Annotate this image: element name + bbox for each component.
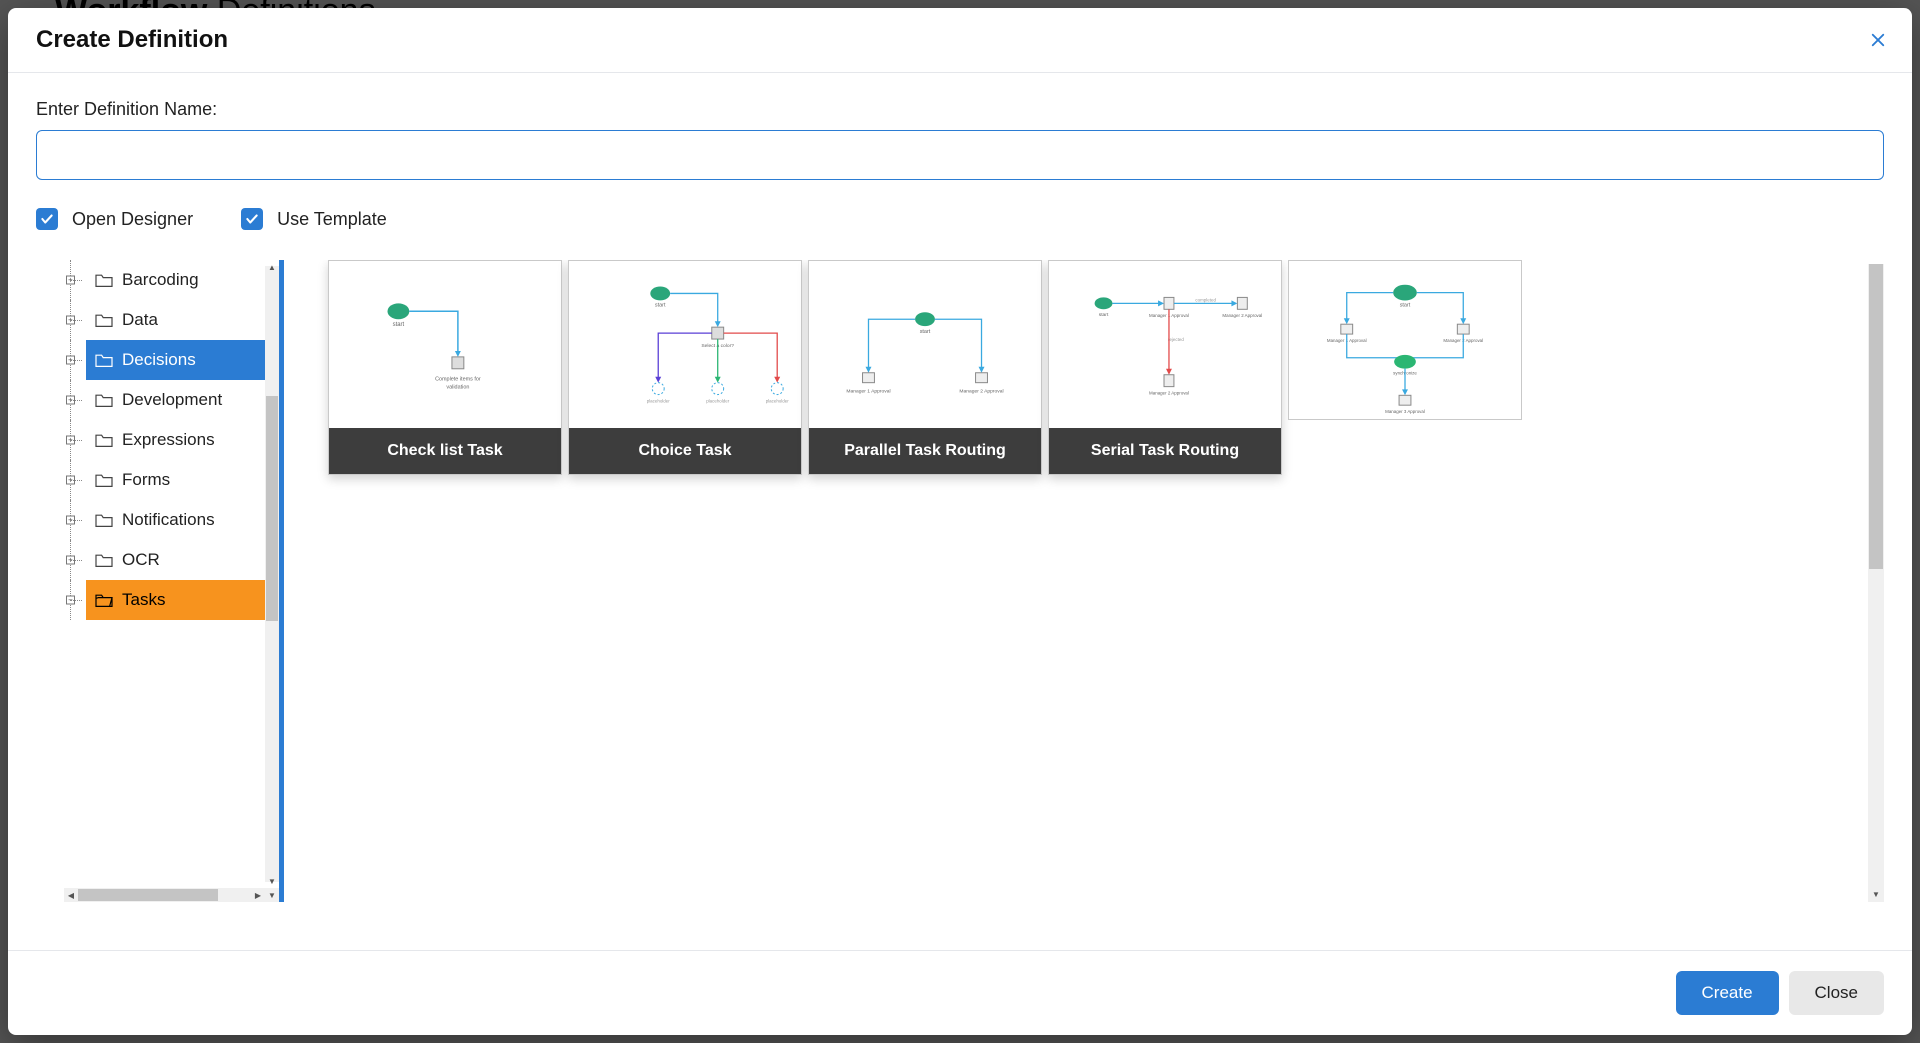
template-card-checklist[interactable]: start Complete items for validation Chec… xyxy=(328,260,562,475)
tree-node-expressions[interactable]: +Expressions xyxy=(86,420,279,460)
modal-title: Create Definition xyxy=(36,26,228,54)
create-button[interactable]: Create xyxy=(1676,971,1779,1015)
use-template-checkbox[interactable] xyxy=(241,208,263,230)
template-card-title: Parallel Task Routing xyxy=(809,428,1041,474)
scroll-up-icon[interactable]: ▲ xyxy=(265,260,279,274)
svg-text:Complete items for: Complete items for xyxy=(435,377,481,383)
scroll-down-icon[interactable]: ▼ xyxy=(265,874,279,888)
svg-text:start: start xyxy=(393,322,405,328)
svg-text:placeholder: placeholder xyxy=(647,399,671,404)
folder-icon xyxy=(94,312,114,328)
tree-node-notifications[interactable]: +Notifications xyxy=(86,500,279,540)
folder-icon xyxy=(94,552,114,568)
template-card-title: Choice Task xyxy=(569,428,801,474)
tree-node-tasks[interactable]: −Tasks xyxy=(86,580,279,620)
svg-text:validation: validation xyxy=(446,385,469,391)
svg-text:Manager 1 Approval: Manager 1 Approval xyxy=(846,389,890,395)
tree-vertical-scrollbar[interactable]: ▲ ▼ xyxy=(265,266,279,882)
scrollbar-thumb[interactable] xyxy=(78,889,218,901)
open-designer-checkbox[interactable] xyxy=(36,208,58,230)
tree-node-development[interactable]: +Development xyxy=(86,380,279,420)
folder-icon xyxy=(94,352,114,368)
scrollbar-thumb[interactable] xyxy=(1869,264,1883,569)
folder-icon xyxy=(94,272,114,288)
template-cards-grid: start Complete items for validation Chec… xyxy=(328,260,1884,475)
scrollbar-thumb[interactable] xyxy=(266,396,278,621)
template-card-title: Serial Task Routing xyxy=(1049,428,1281,474)
tree-node-label: Barcoding xyxy=(122,270,199,290)
folder-open-icon xyxy=(94,592,114,608)
svg-text:Manager 3 Approval: Manager 3 Approval xyxy=(1385,409,1425,414)
template-card-choice[interactable]: start Select a color? xyxy=(568,260,802,475)
close-button[interactable]: Close xyxy=(1789,971,1884,1015)
definition-name-input[interactable] xyxy=(36,130,1884,180)
scroll-down-icon[interactable]: ▼ xyxy=(1868,886,1884,902)
modal-header: Create Definition xyxy=(8,8,1912,73)
close-icon[interactable] xyxy=(1868,30,1888,50)
svg-text:placeholder: placeholder xyxy=(766,399,790,404)
svg-text:Manager 2 Approval: Manager 2 Approval xyxy=(959,389,1003,395)
tree-node-label: Forms xyxy=(122,470,170,490)
modal-body: Enter Definition Name: Open Designer Use… xyxy=(8,73,1912,902)
workflow-preview-icon: start Complete items for validation xyxy=(329,261,561,428)
scroll-corner: ▼ xyxy=(265,888,279,902)
svg-text:start: start xyxy=(655,302,666,308)
tree-node-decisions[interactable]: +Decisions xyxy=(86,340,279,380)
svg-text:placeholder: placeholder xyxy=(706,399,730,404)
workflow-preview-icon: start Manager 1 Approval Manager 2 Appro… xyxy=(809,261,1041,428)
tree-node-ocr[interactable]: +OCR xyxy=(86,540,279,580)
workflow-preview-icon: start Manager 1 Approval completed Manag… xyxy=(1049,261,1281,428)
create-definition-modal: Create Definition Enter Definition Name:… xyxy=(8,8,1912,1035)
template-area: +Barcoding +Data +Decisions +Development… xyxy=(64,260,1884,902)
use-template-label: Use Template xyxy=(277,209,387,230)
svg-text:Manager 2 Approval: Manager 2 Approval xyxy=(1149,391,1189,396)
tree-node-data[interactable]: +Data xyxy=(86,300,279,340)
workflow-preview-icon: start Select a color? xyxy=(569,261,801,428)
svg-text:Manager 2 Approval: Manager 2 Approval xyxy=(1222,313,1262,318)
tree-node-label: Notifications xyxy=(122,510,215,530)
svg-text:start: start xyxy=(1099,312,1109,318)
tree-node-forms[interactable]: +Forms xyxy=(86,460,279,500)
folder-icon xyxy=(94,432,114,448)
template-cards-panel: start Complete items for validation Chec… xyxy=(284,260,1884,902)
tree-node-label: Tasks xyxy=(122,590,165,610)
tree-node-label: OCR xyxy=(122,550,160,570)
tree-node-label: Expressions xyxy=(122,430,215,450)
folder-icon xyxy=(94,392,114,408)
use-template-option[interactable]: Use Template xyxy=(241,208,387,230)
svg-text:start: start xyxy=(920,329,931,335)
options-row: Open Designer Use Template xyxy=(36,208,1884,230)
category-tree: +Barcoding +Data +Decisions +Development… xyxy=(64,260,279,620)
svg-text:completed: completed xyxy=(1195,297,1216,302)
tree-node-label: Decisions xyxy=(122,350,196,370)
tree-node-label: Development xyxy=(122,390,222,410)
template-card-serial-routing[interactable]: start Manager 1 Approval completed Manag… xyxy=(1048,260,1282,475)
tree-horizontal-scrollbar[interactable]: ◀ ▶ xyxy=(64,888,265,902)
workflow-preview-icon: start Manager 1 Approval Manager 2 Appro… xyxy=(1289,261,1521,419)
scroll-left-icon[interactable]: ◀ xyxy=(64,888,78,902)
category-tree-panel: +Barcoding +Data +Decisions +Development… xyxy=(64,260,284,902)
cards-vertical-scrollbar[interactable]: ▼ xyxy=(1868,264,1884,898)
folder-icon xyxy=(94,512,114,528)
definition-name-label: Enter Definition Name: xyxy=(36,99,1884,120)
tree-node-barcoding[interactable]: +Barcoding xyxy=(86,260,279,300)
open-designer-label: Open Designer xyxy=(72,209,193,230)
svg-text:start: start xyxy=(1400,302,1411,308)
svg-text:rejected: rejected xyxy=(1168,337,1184,342)
modal-footer: Create Close xyxy=(8,950,1912,1035)
template-card-title: Check list Task xyxy=(329,428,561,474)
template-card-partial[interactable]: start Manager 1 Approval Manager 2 Appro… xyxy=(1288,260,1522,420)
definition-name-input-wrap xyxy=(36,130,1884,180)
folder-icon xyxy=(94,472,114,488)
open-designer-option[interactable]: Open Designer xyxy=(36,208,193,230)
template-card-parallel-routing[interactable]: start Manager 1 Approval Manager 2 Appro… xyxy=(808,260,1042,475)
scroll-right-icon[interactable]: ▶ xyxy=(251,888,265,902)
tree-node-label: Data xyxy=(122,310,158,330)
